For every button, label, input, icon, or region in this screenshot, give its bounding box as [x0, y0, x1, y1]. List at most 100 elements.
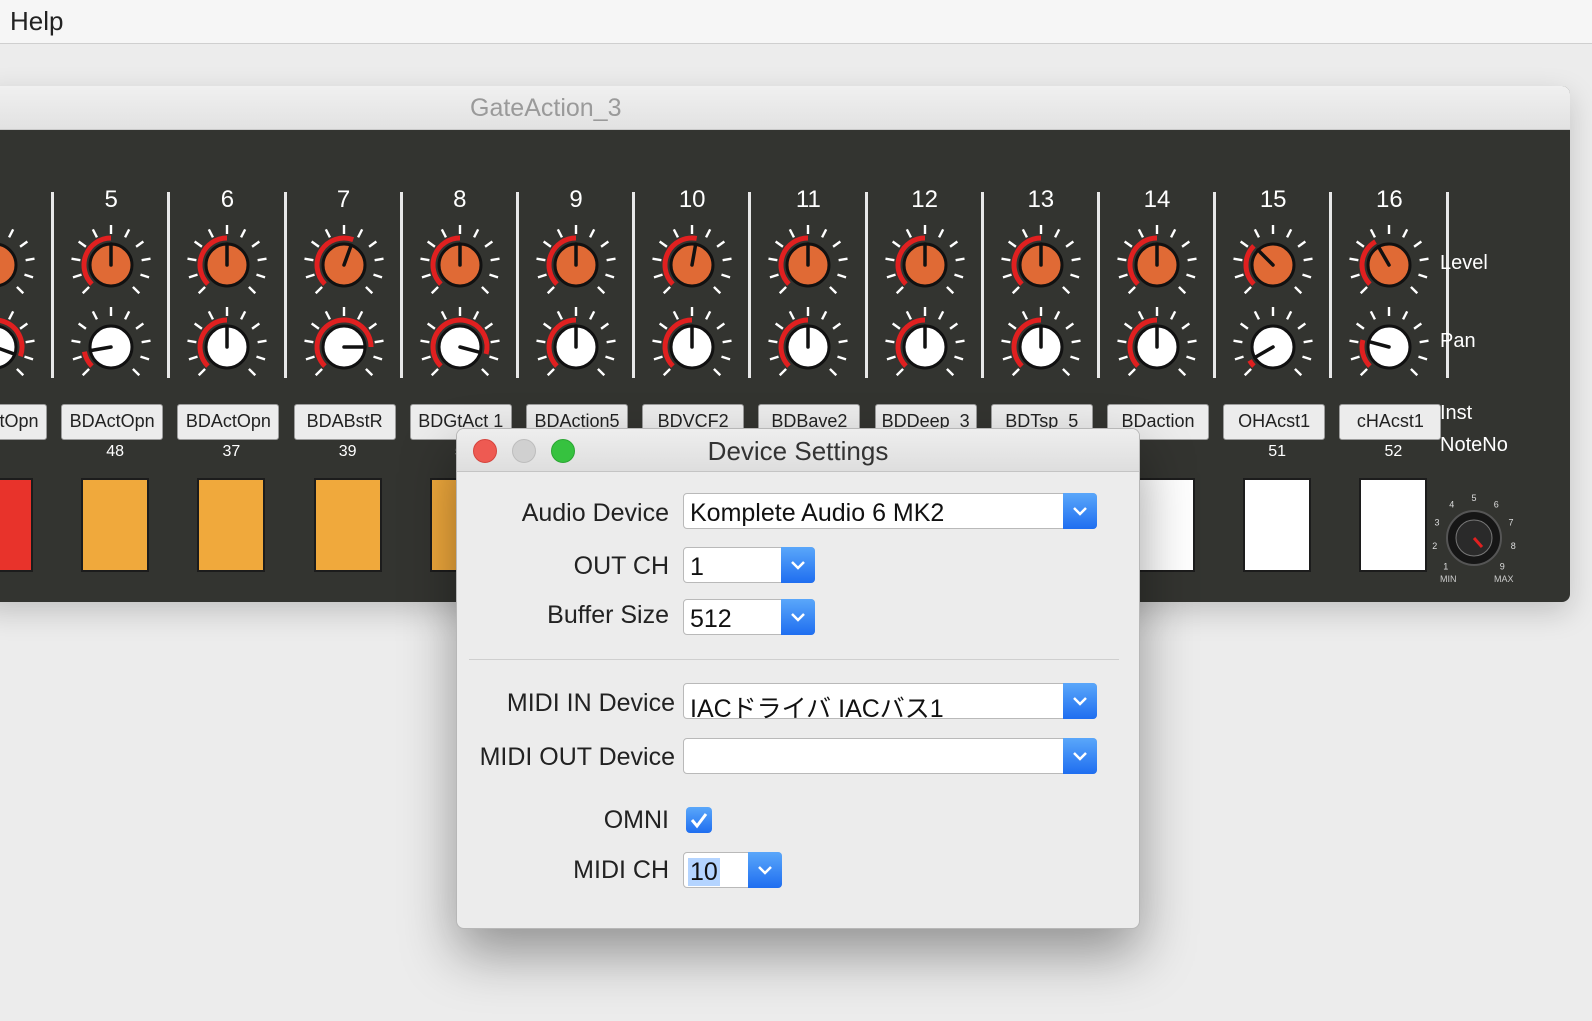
inst-button[interactable]: cHAcst1: [1339, 404, 1442, 440]
pan-knob[interactable]: [184, 304, 270, 390]
trigger-pad[interactable]: [1359, 478, 1428, 572]
pan-knob[interactable]: [68, 304, 154, 390]
pan-knob[interactable]: [0, 304, 38, 390]
inst-button[interactable]: OHAcst1: [1223, 404, 1326, 440]
master-tick-label: 2: [1432, 541, 1437, 551]
out-ch-select[interactable]: 1: [683, 547, 815, 583]
note-number: 51: [1268, 443, 1287, 460]
trigger-pad[interactable]: [81, 478, 150, 572]
channel-number: 5: [104, 186, 118, 213]
level-knob[interactable]: [301, 222, 387, 308]
trigger-pad[interactable]: [1243, 478, 1312, 572]
channel-number: 13: [1027, 186, 1055, 213]
channel-number: 6: [220, 186, 235, 213]
midi-ch-label: MIDI CH: [573, 856, 669, 884]
out-ch-value: 1: [690, 553, 704, 581]
side-label-level: Level: [1440, 252, 1488, 274]
side-label-pan: Pan: [1440, 330, 1476, 352]
audio-device-select[interactable]: Komplete Audio 6 MK2: [683, 493, 1097, 529]
master-tick-label: 7: [1508, 518, 1513, 528]
pan-knob[interactable]: [417, 304, 503, 390]
pan-knob[interactable]: [1346, 304, 1432, 390]
note-number: 52: [1384, 443, 1403, 460]
channel-number: 16: [1376, 186, 1403, 213]
pan-knob[interactable]: [1230, 304, 1316, 390]
buffer-size-value: 512: [690, 605, 732, 633]
audio-device-value: Komplete Audio 6 MK2: [690, 499, 945, 527]
trigger-pad[interactable]: [313, 478, 382, 572]
audio-device-label: Audio Device: [521, 499, 669, 527]
level-knob[interactable]: [998, 222, 1084, 308]
master-tick-label: 5: [1471, 493, 1476, 503]
level-knob[interactable]: [1230, 222, 1316, 308]
channel-separator: [1097, 192, 1100, 378]
out-ch-label: OUT CH: [573, 552, 669, 580]
channel-separator: [283, 192, 287, 378]
chevron-down-icon: [1063, 683, 1097, 719]
window-titlebar[interactable]: GateAction_3: [0, 86, 1570, 130]
midi-out-select[interactable]: [683, 738, 1097, 774]
pan-knob[interactable]: [1114, 304, 1200, 390]
level-knob[interactable]: [882, 222, 968, 308]
level-knob[interactable]: [0, 222, 38, 308]
note-number: 48: [106, 443, 125, 460]
chevron-down-icon: [781, 599, 815, 635]
channel-separator: [399, 192, 403, 378]
checkmark-icon: [690, 813, 708, 829]
inst-button[interactable]: BDActOpn: [0, 404, 47, 440]
master-min-label: MIN: [1440, 574, 1457, 584]
menu-help[interactable]: Help: [10, 6, 63, 37]
level-knob[interactable]: [649, 222, 735, 308]
channel-separator: [748, 192, 752, 378]
buffer-size-select[interactable]: 512: [683, 599, 815, 635]
pan-knob[interactable]: [882, 304, 968, 390]
window-title: GateAction_3: [470, 94, 622, 122]
buffer-size-label: Buffer Size: [547, 601, 669, 629]
level-knob[interactable]: [68, 222, 154, 308]
channel-number: 8: [453, 186, 467, 213]
chevron-down-icon: [748, 852, 782, 888]
master-volume-knob[interactable]: 1 2 3 4 5 6 7 8 9 MIN MAX: [1426, 490, 1522, 586]
pan-knob[interactable]: [998, 304, 1084, 390]
channel-number: 7: [336, 186, 351, 213]
inst-button[interactable]: BDActOpn: [61, 404, 164, 440]
trigger-pad[interactable]: [197, 478, 266, 572]
chevron-down-icon: [1063, 738, 1097, 774]
dialog-titlebar[interactable]: Device Settings: [457, 429, 1139, 472]
inst-button[interactable]: BDABstR: [293, 404, 396, 440]
level-knob[interactable]: [533, 222, 619, 308]
level-knob[interactable]: [1346, 222, 1432, 308]
menu-bar: Help: [0, 0, 1592, 44]
dialog-divider: [469, 659, 1119, 660]
chevron-down-icon: [781, 547, 815, 583]
pan-knob[interactable]: [301, 304, 387, 390]
chevron-down-icon: [1063, 493, 1097, 529]
omni-checkbox[interactable]: [686, 807, 712, 833]
level-knob[interactable]: [417, 222, 503, 308]
midi-ch-select[interactable]: 10: [683, 852, 782, 888]
level-knob[interactable]: [1114, 222, 1200, 308]
channel-number: 11: [795, 186, 821, 213]
midi-in-label: MIDI IN Device: [506, 689, 675, 717]
channel-number: 14: [1143, 186, 1171, 213]
master-tick-label: 8: [1511, 541, 1516, 551]
master-tick-label: 9: [1500, 561, 1505, 571]
level-knob[interactable]: [765, 222, 851, 308]
trigger-pad[interactable]: [0, 478, 33, 572]
inst-button[interactable]: BDActOpn: [177, 404, 280, 440]
side-label-noteno: NoteNo: [1440, 434, 1508, 456]
midi-in-select[interactable]: IACドライバ IACバス1: [683, 683, 1097, 723]
master-max-label: MAX: [1494, 574, 1514, 584]
channel-separator: [167, 192, 171, 378]
channel-separator: [632, 192, 636, 378]
pan-knob[interactable]: [649, 304, 735, 390]
pan-knob[interactable]: [765, 304, 851, 390]
level-knob[interactable]: [184, 222, 270, 308]
pan-knob[interactable]: [533, 304, 619, 390]
channel-separator: [980, 192, 984, 378]
master-tick-label: 6: [1494, 500, 1499, 510]
side-label-inst: Inst: [1440, 402, 1473, 424]
device-settings-dialog: Device Settings Audio Device Komplete Au…: [456, 428, 1140, 929]
note-number: 39: [338, 443, 357, 460]
master-tick-label: 4: [1449, 500, 1454, 510]
